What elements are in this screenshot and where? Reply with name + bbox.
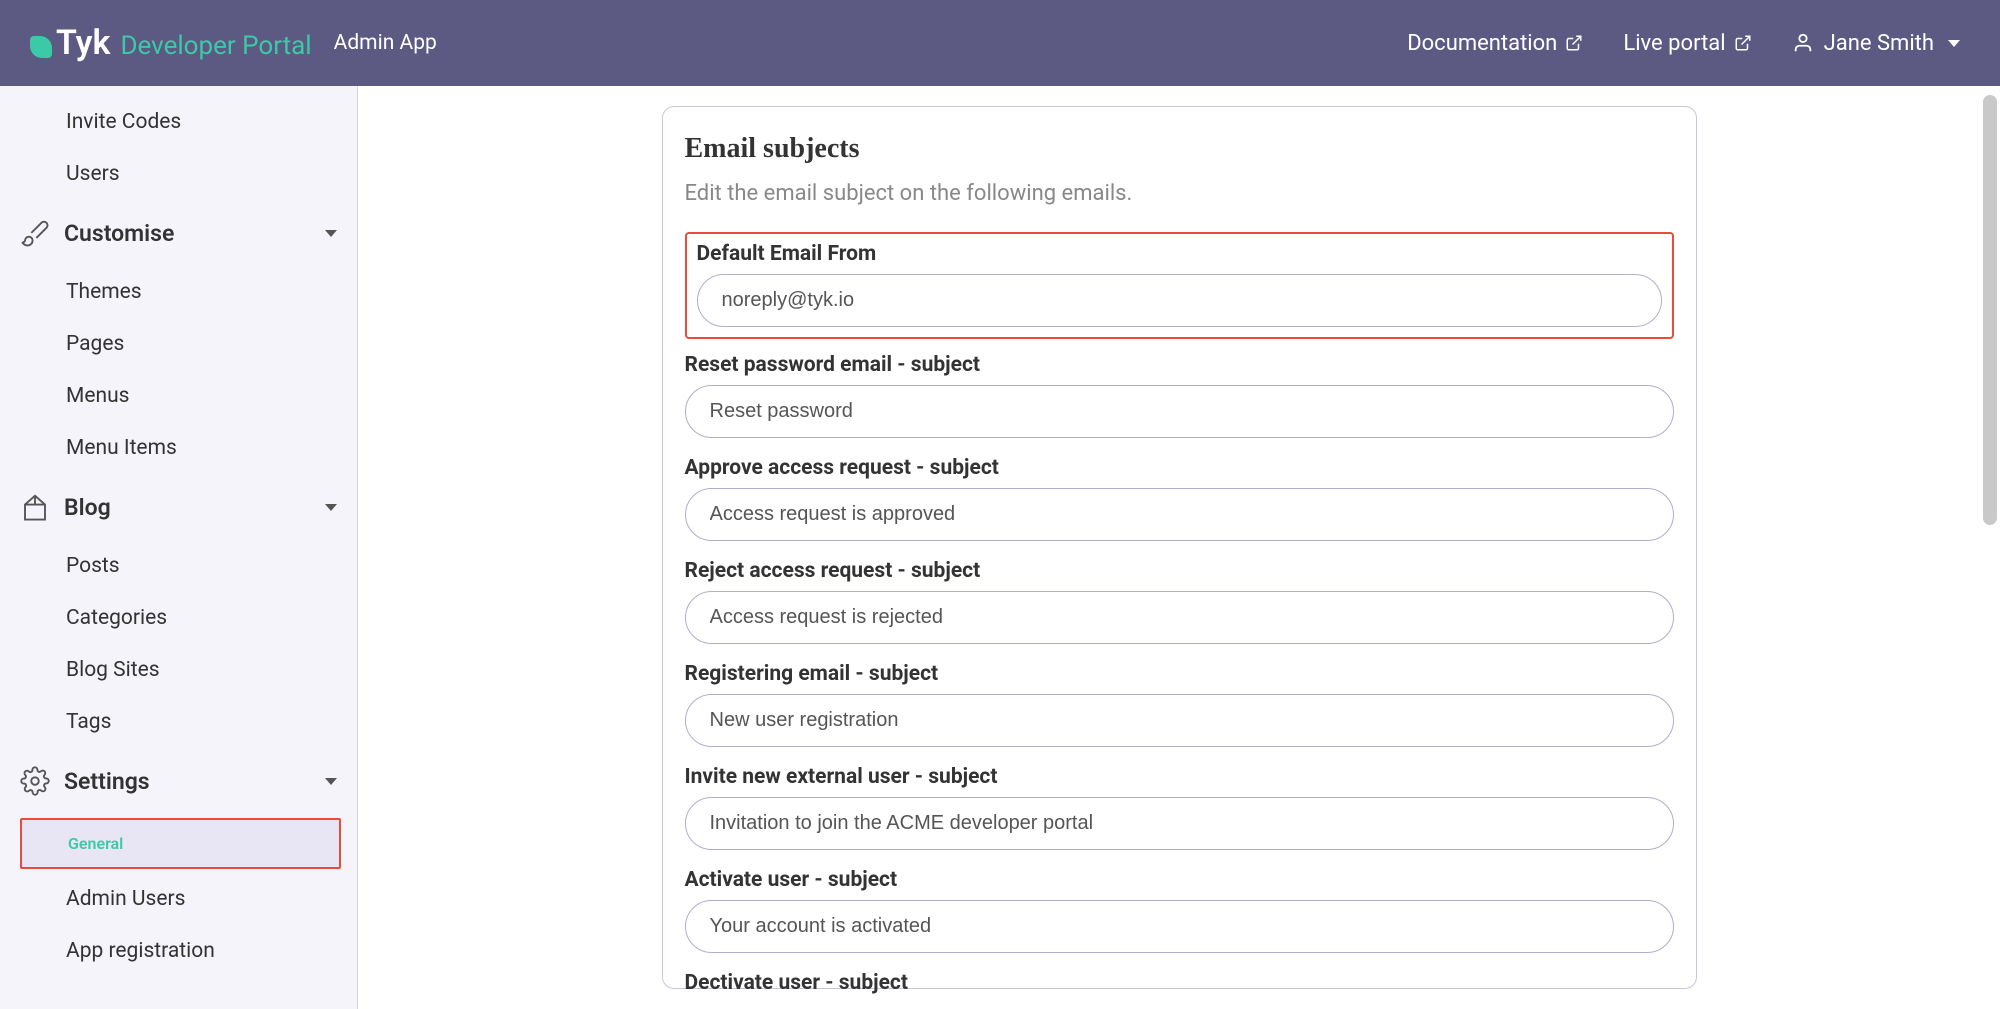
logo-tyk: Tyk (30, 23, 110, 63)
sidebar-item-admin-users[interactable]: Admin Users (0, 873, 357, 925)
invite-external-input[interactable] (685, 797, 1674, 850)
default-email-from-label: Default Email From (697, 242, 1662, 266)
field-group-deactivate-user: Dectivate user - subject (685, 971, 1674, 995)
field-group-reject-access: Reject access request - subject (685, 559, 1674, 644)
sidebar-item-themes[interactable]: Themes (0, 266, 357, 318)
header: Tyk Developer Portal Admin App Documenta… (0, 0, 2000, 86)
deactivate-user-label: Dectivate user - subject (685, 971, 1674, 995)
reset-password-input[interactable] (685, 385, 1674, 438)
field-group-reset-password: Reset password email - subject (685, 353, 1674, 438)
gear-icon (20, 766, 50, 796)
admin-app-label: Admin App (334, 31, 437, 55)
scrollbar[interactable] (1983, 95, 1997, 965)
sidebar-section-blog-label: Blog (64, 494, 311, 521)
field-group-activate-user: Activate user - subject (685, 868, 1674, 953)
sidebar-section-blog[interactable]: Blog (0, 474, 357, 540)
chevron-down-icon (1948, 40, 1960, 47)
logo-tyk-text: Tyk (56, 23, 110, 63)
reject-access-input[interactable] (685, 591, 1674, 644)
approve-access-label: Approve access request - subject (685, 456, 1674, 480)
field-group-registering: Registering email - subject (685, 662, 1674, 747)
sidebar-item-menu-items[interactable]: Menu Items (0, 422, 357, 474)
activate-user-label: Activate user - subject (685, 868, 1674, 892)
registering-label: Registering email - subject (685, 662, 1674, 686)
sidebar-item-invite-codes[interactable]: Invite Codes (0, 96, 357, 148)
sidebar-section-settings[interactable]: Settings (0, 748, 357, 814)
sidebar-item-posts[interactable]: Posts (0, 540, 357, 592)
invite-external-label: Invite new external user - subject (685, 765, 1674, 789)
chevron-down-icon (325, 778, 337, 785)
approve-access-input[interactable] (685, 488, 1674, 541)
sidebar-item-users[interactable]: Users (0, 148, 357, 200)
sidebar-item-general[interactable]: General (20, 818, 341, 869)
documentation-link[interactable]: Documentation (1407, 31, 1583, 56)
sidebar: Invite Codes Users Customise Themes Page… (0, 86, 358, 1009)
external-link-icon (1734, 34, 1752, 52)
user-profile-menu[interactable]: Jane Smith (1792, 31, 1960, 56)
brush-icon (20, 218, 50, 248)
sidebar-item-blog-sites[interactable]: Blog Sites (0, 644, 357, 696)
chevron-down-icon (325, 230, 337, 237)
live-portal-label: Live portal (1623, 31, 1725, 56)
scrollbar-thumb[interactable] (1983, 95, 1997, 525)
user-icon (1792, 32, 1814, 54)
card-subtitle: Edit the email subject on the following … (685, 181, 1674, 206)
chevron-down-icon (325, 504, 337, 511)
registering-input[interactable] (685, 694, 1674, 747)
sidebar-item-tags[interactable]: Tags (0, 696, 357, 748)
blog-icon (20, 492, 50, 522)
sidebar-section-customise-label: Customise (64, 220, 311, 247)
activate-user-input[interactable] (685, 900, 1674, 953)
card-title: Email subjects (685, 133, 1674, 165)
sidebar-item-app-registration[interactable]: App registration (0, 925, 357, 977)
sidebar-item-categories[interactable]: Categories (0, 592, 357, 644)
sidebar-section-customise[interactable]: Customise (0, 200, 357, 266)
documentation-label: Documentation (1407, 31, 1557, 56)
leaf-icon (30, 36, 52, 58)
sidebar-section-settings-label: Settings (64, 768, 311, 795)
sidebar-item-menus[interactable]: Menus (0, 370, 357, 422)
header-right: Documentation Live portal Jane Smith (1407, 31, 1960, 56)
logo-portal-text: Developer Portal (120, 31, 311, 61)
sidebar-item-pages[interactable]: Pages (0, 318, 357, 370)
email-subjects-card: Email subjects Edit the email subject on… (662, 106, 1697, 989)
field-group-default-email-from: Default Email From (685, 232, 1674, 339)
live-portal-link[interactable]: Live portal (1623, 31, 1751, 56)
default-email-from-input[interactable] (697, 274, 1662, 327)
layout: Invite Codes Users Customise Themes Page… (0, 86, 2000, 1009)
header-left: Tyk Developer Portal Admin App (30, 23, 437, 63)
main: Email subjects Edit the email subject on… (358, 86, 2000, 1009)
reset-password-label: Reset password email - subject (685, 353, 1674, 377)
field-group-invite-external: Invite new external user - subject (685, 765, 1674, 850)
user-name: Jane Smith (1824, 31, 1934, 56)
external-link-icon (1565, 34, 1583, 52)
field-group-approve-access: Approve access request - subject (685, 456, 1674, 541)
reject-access-label: Reject access request - subject (685, 559, 1674, 583)
logo[interactable]: Tyk Developer Portal (30, 23, 312, 63)
